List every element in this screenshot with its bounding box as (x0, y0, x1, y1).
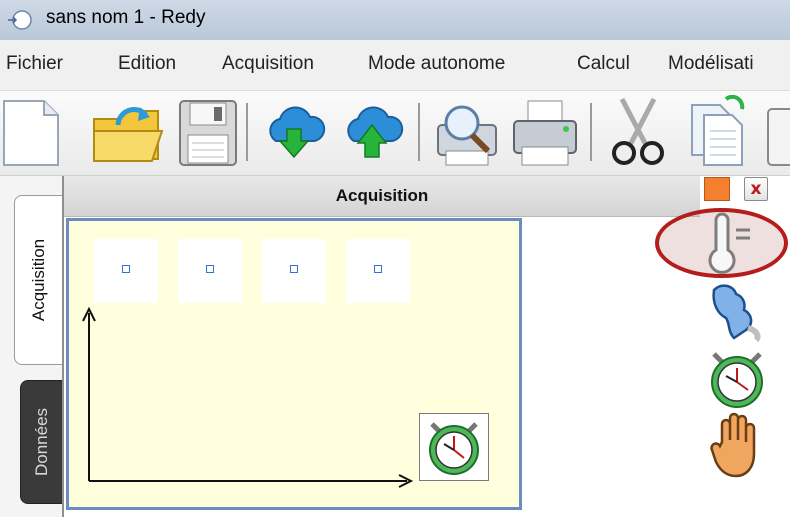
tab-donnees-label: Données (32, 407, 51, 477)
acquisition-canvas[interactable] (66, 218, 522, 510)
stopwatch-icon (429, 422, 479, 475)
tab-acquisition-label: Acquisition (29, 238, 48, 322)
title-bar: sans nom 1 - Redy (0, 0, 790, 40)
tab-acquisition[interactable]: Acquisition (14, 195, 63, 365)
toolbar (0, 91, 790, 176)
menu-modelisation[interactable]: Modélisati (668, 53, 754, 75)
save-icon[interactable] (176, 95, 240, 169)
panel-title: Acquisition (335, 186, 429, 205)
window-title: sans nom 1 - Redy (46, 7, 206, 28)
toolbar-separator (590, 103, 592, 161)
panel-close-button[interactable]: x (744, 177, 768, 201)
hand-pointer-icon[interactable] (700, 280, 770, 342)
stop-hand-icon[interactable] (708, 412, 768, 480)
menu-calcul[interactable]: Calcul (577, 53, 630, 75)
open-folder-icon[interactable] (88, 95, 168, 169)
menu-mode-autonome[interactable]: Mode autonome (368, 53, 505, 75)
panel-option-button[interactable] (704, 177, 730, 201)
upload-cloud-icon[interactable] (340, 95, 404, 169)
menu-edition[interactable]: Edition (118, 53, 176, 75)
toolbar-separator (418, 103, 420, 161)
menu-bar: Fichier Edition Acquisition Mode autonom… (0, 40, 790, 91)
cut-icon[interactable] (606, 95, 670, 169)
print-preview-icon[interactable] (432, 95, 504, 169)
timebase-button[interactable] (419, 413, 489, 481)
print-icon[interactable] (510, 95, 580, 169)
stopwatch-icon[interactable] (702, 346, 772, 410)
copy-icon[interactable] (686, 95, 750, 169)
thermometer-icon[interactable] (702, 212, 762, 274)
app-icon (8, 10, 32, 30)
toolbar-separator (246, 103, 248, 161)
menu-fichier[interactable]: Fichier (6, 53, 63, 75)
menu-acquisition[interactable]: Acquisition (222, 53, 314, 75)
panel-divider (62, 176, 64, 517)
paste-icon[interactable] (764, 95, 790, 169)
panel-header: Acquisition (64, 176, 700, 217)
new-file-icon[interactable] (0, 95, 64, 169)
download-cloud-icon[interactable] (262, 95, 326, 169)
tab-donnees[interactable]: Données (20, 380, 63, 504)
